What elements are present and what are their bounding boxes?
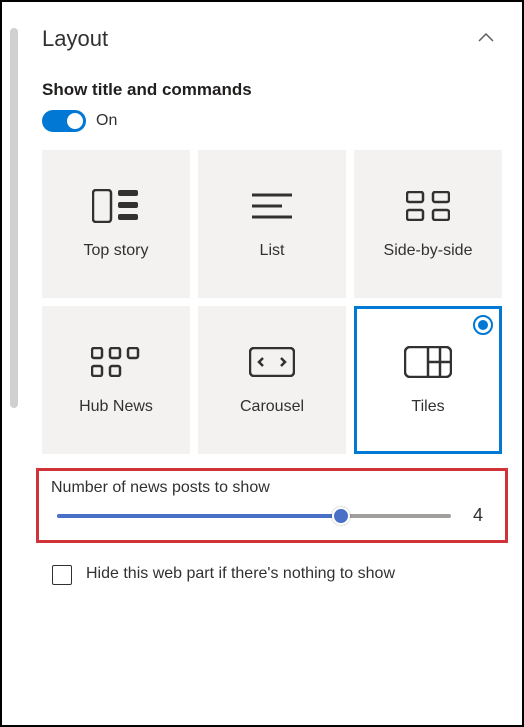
layout-label: Tiles <box>411 398 444 416</box>
tiles-icon <box>404 344 452 380</box>
carousel-icon <box>249 344 295 380</box>
selected-radio-icon <box>473 315 493 335</box>
layout-label: Side-by-side <box>384 242 473 260</box>
section-title: Layout <box>42 26 108 52</box>
layout-options-grid: Top story List Side-by-si <box>42 150 502 454</box>
chevron-up-icon <box>478 30 494 48</box>
toggle-thumb <box>67 113 83 129</box>
toggle-heading: Show title and commands <box>42 80 502 100</box>
layout-option-hub-news[interactable]: Hub News <box>42 306 190 454</box>
side-by-side-icon <box>406 188 450 224</box>
slider-label: Number of news posts to show <box>51 479 493 497</box>
layout-label: Top story <box>84 242 149 260</box>
slider-thumb[interactable] <box>332 507 350 525</box>
hub-news-icon <box>91 344 141 380</box>
layout-option-carousel[interactable]: Carousel <box>198 306 346 454</box>
slider-fill <box>57 514 341 518</box>
layout-label: Hub News <box>79 398 153 416</box>
show-title-toggle[interactable] <box>42 110 86 132</box>
layout-option-side-by-side[interactable]: Side-by-side <box>354 150 502 298</box>
posts-count-slider[interactable] <box>57 514 451 518</box>
highlight-annotation: Number of news posts to show 4 <box>36 468 508 543</box>
hide-webpart-checkbox[interactable] <box>52 565 72 585</box>
section-header[interactable]: Layout <box>42 26 502 52</box>
layout-option-tiles[interactable]: Tiles <box>354 306 502 454</box>
scrollbar[interactable] <box>10 28 18 408</box>
top-story-icon <box>92 188 140 224</box>
layout-label: Carousel <box>240 398 304 416</box>
layout-option-top-story[interactable]: Top story <box>42 150 190 298</box>
toggle-state-label: On <box>96 112 117 130</box>
layout-option-list[interactable]: List <box>198 150 346 298</box>
layout-label: List <box>260 242 285 260</box>
list-icon <box>252 188 292 224</box>
slider-value: 4 <box>473 505 493 526</box>
hide-webpart-label: Hide this web part if there's nothing to… <box>86 563 395 585</box>
